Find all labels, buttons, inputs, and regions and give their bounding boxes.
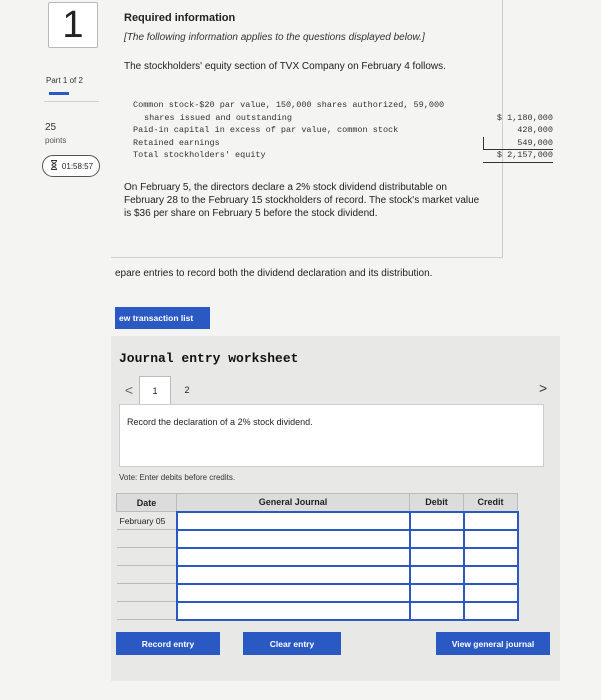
equity-row: Retained earnings 549,000 (133, 136, 553, 150)
table-row (116, 528, 519, 549)
table-row (116, 582, 519, 603)
view-general-journal-button[interactable]: View general journal (436, 632, 550, 655)
part-progress-bar (49, 92, 69, 95)
table-row (116, 600, 519, 621)
credit-header: Credit (463, 493, 518, 512)
date-cell (116, 547, 177, 566)
equity-amount: 428,000 (517, 125, 553, 135)
equity-row: Total stockholders' equity $ 2,157,000 (133, 149, 553, 163)
equity-amount: $ 2,157,000 (483, 149, 553, 163)
timer-text: 01:58:57 (61, 161, 94, 171)
account-input[interactable] (175, 582, 411, 603)
divider (44, 101, 99, 102)
equity-label: Total stockholders' equity (133, 150, 266, 160)
equity-statement: Common stock-$20 par value, 150,000 shar… (133, 99, 553, 163)
equity-label: Paid-in capital in excess of par value, … (133, 125, 399, 135)
entry-instruction: Record the declaration of a 2% stock div… (119, 404, 544, 467)
debit-header: Debit (409, 493, 464, 512)
date-cell: February 05 (116, 511, 177, 530)
clear-entry-button[interactable]: Clear entry (243, 632, 341, 655)
prepare-instruction: epare entries to record both the dividen… (115, 268, 433, 279)
journal-entry-worksheet: Journal entry worksheet < 1 2 > Record t… (111, 336, 560, 681)
scenario-text: On February 5, the directors declare a 2… (124, 182, 480, 219)
account-input[interactable] (175, 600, 411, 621)
tab-1[interactable]: 1 (139, 376, 171, 404)
debit-input[interactable] (408, 600, 465, 621)
hourglass-icon (49, 160, 59, 172)
credit-input[interactable] (462, 600, 519, 621)
question-number: 1 (48, 2, 98, 48)
required-information-panel: Required information [The following info… (111, 0, 553, 258)
intro-text: The stockholders' equity section of TVX … (124, 61, 446, 72)
journal-table: Date General Journal Debit Credit Februa… (116, 493, 519, 621)
worksheet-title: Journal entry worksheet (119, 351, 299, 366)
debit-input[interactable] (408, 528, 465, 549)
chevron-right-icon[interactable]: > (539, 380, 547, 396)
general-journal-header: General Journal (176, 493, 410, 512)
required-title: Required information (124, 12, 236, 24)
table-row: February 05 (116, 510, 519, 531)
date-cell (116, 583, 177, 602)
record-entry-button[interactable]: Record entry (116, 632, 220, 655)
worksheet-tabs: < 1 2 (119, 376, 203, 404)
equity-label: Retained earnings (133, 137, 220, 148)
debit-input[interactable] (408, 582, 465, 603)
points-value: 25 (45, 122, 57, 133)
timer-badge: 01:58:57 (42, 155, 100, 177)
equity-row: shares issued and outstanding $ 1,180,00… (133, 112, 553, 125)
equity-row: Paid-in capital in excess of par value, … (133, 124, 553, 137)
points-label: points (45, 136, 67, 145)
part-indicator: Part 1 of 2 (46, 76, 83, 85)
account-input[interactable] (175, 510, 411, 531)
credit-input[interactable] (462, 582, 519, 603)
credit-input[interactable] (462, 546, 519, 567)
required-subtitle: [The following information applies to th… (124, 32, 425, 43)
table-row (116, 564, 519, 585)
credit-input[interactable] (462, 528, 519, 549)
debit-input[interactable] (408, 564, 465, 585)
debit-credit-note: Vote: Enter debits before credits. (119, 473, 236, 482)
credit-input[interactable] (462, 564, 519, 585)
question-sidebar: 1 Part 1 of 2 25 points 01:58:57 (0, 0, 107, 700)
account-input[interactable] (175, 528, 411, 549)
account-input[interactable] (175, 564, 411, 585)
equity-row: Common stock-$20 par value, 150,000 shar… (133, 99, 553, 112)
debit-input[interactable] (408, 546, 465, 567)
view-transaction-list-button[interactable]: ew transaction list (115, 307, 210, 329)
tab-2[interactable]: 2 (171, 376, 203, 404)
date-cell (116, 565, 177, 584)
account-input[interactable] (175, 546, 411, 567)
debit-input[interactable] (408, 510, 465, 531)
chevron-left-icon[interactable]: < (119, 376, 139, 404)
date-cell (116, 601, 177, 620)
equity-amount: 549,000 (483, 136, 553, 150)
table-row (116, 546, 519, 567)
equity-label: shares issued and outstanding (144, 112, 292, 123)
credit-input[interactable] (462, 510, 519, 531)
date-cell (116, 529, 177, 548)
equity-amount: $ 1,180,000 (496, 112, 553, 123)
equity-label: Common stock-$20 par value, 150,000 shar… (133, 100, 445, 110)
date-header: Date (116, 493, 177, 512)
